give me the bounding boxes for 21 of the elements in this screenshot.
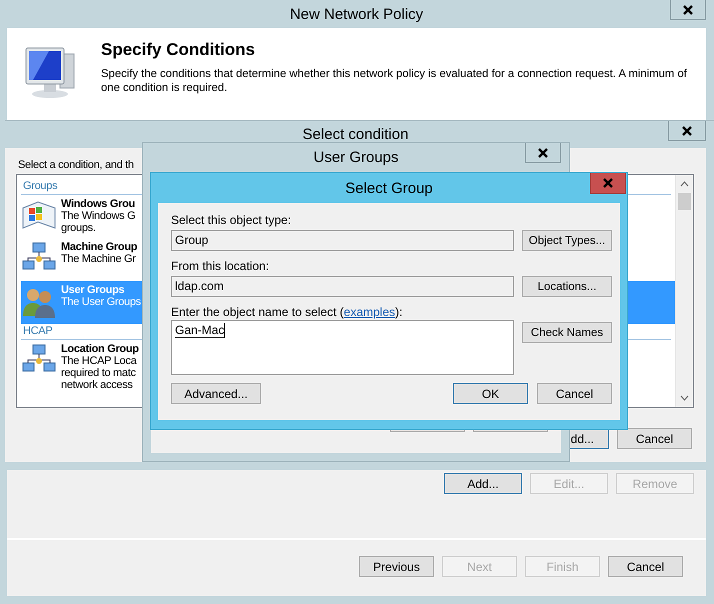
condition-description: The HCAP Loca: [61, 355, 138, 367]
window-title: User Groups: [313, 149, 399, 166]
condition-name: User Groups: [61, 284, 126, 296]
field-label: Select this object type:: [171, 213, 292, 227]
window-title: Select condition: [302, 126, 408, 143]
condition-name: Windows Grou: [61, 198, 136, 210]
instruction-text: Select a condition, and th: [17, 159, 135, 171]
condition-description: The Machine Gr: [61, 253, 137, 265]
field-label: From this location:: [171, 259, 270, 273]
field-label: Enter the object name to select (examples):: [171, 305, 404, 319]
condition-description: The User Groups: [61, 296, 141, 308]
window-title: Select Group: [345, 180, 433, 196]
page-description: Specify the conditions that determine whether this network policy is evaluated for a connection request. A minimum of one condition is required.: [101, 67, 688, 95]
page-heading: Specify Conditions: [101, 40, 256, 60]
condition-description: groups.: [61, 222, 97, 234]
window-title: New Network Policy: [290, 6, 424, 22]
condition-description: network access: [61, 379, 134, 391]
condition-name: Location Group: [61, 343, 139, 355]
condition-description: The Windows G: [61, 210, 136, 222]
condition-description: required to matc: [61, 367, 137, 379]
condition-name: Machine Group: [61, 241, 138, 253]
